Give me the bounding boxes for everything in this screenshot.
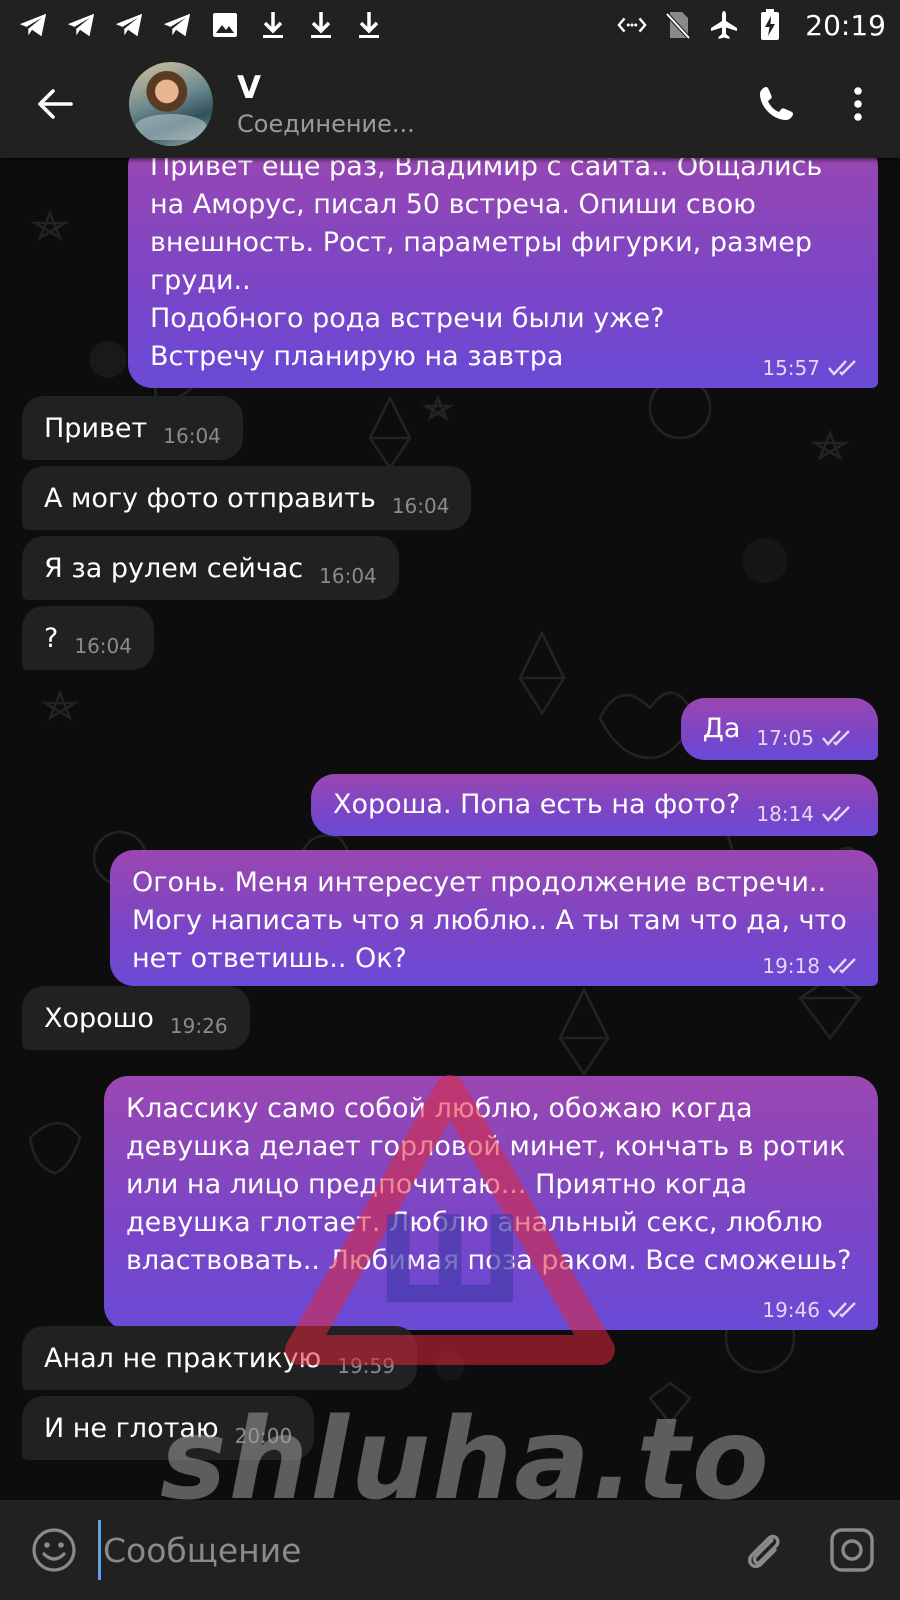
- contact-status: Соединение...: [237, 110, 415, 138]
- incoming-message[interactable]: Я за рулем сейчас 16:04: [22, 536, 399, 600]
- message-time: 16:04: [74, 634, 132, 658]
- message-meta: 19:46: [762, 1300, 862, 1320]
- message-text: Да: [702, 713, 741, 744]
- message-text: Я за рулем сейчас: [44, 553, 304, 584]
- emoji-button[interactable]: [28, 1524, 80, 1576]
- watermark-letter: Ш: [376, 1192, 524, 1331]
- call-button[interactable]: [746, 74, 806, 134]
- message-meta: 17:05: [756, 728, 856, 748]
- image-icon: [210, 10, 240, 40]
- contact-info[interactable]: V Соединение...: [237, 70, 415, 138]
- phone-icon: [760, 87, 793, 120]
- incoming-message[interactable]: ? 16:04: [22, 606, 154, 670]
- data-transfer-icon: [617, 10, 647, 40]
- double-check-icon: [828, 1302, 856, 1318]
- camera-button[interactable]: [826, 1524, 878, 1576]
- message-input-placeholder: Сообщение: [103, 1530, 302, 1570]
- message-time: 19:18: [762, 954, 820, 978]
- double-check-icon: [822, 806, 850, 822]
- telegram-icon: [162, 10, 192, 40]
- double-check-icon: [828, 360, 856, 376]
- back-button[interactable]: [25, 74, 85, 134]
- download-icon: [306, 10, 336, 40]
- message-time: 18:14: [756, 802, 814, 826]
- message-meta: 15:57: [762, 358, 862, 378]
- outgoing-message[interactable]: Да 17:05: [680, 698, 878, 760]
- message-text: А могу фото отправить: [44, 483, 376, 514]
- incoming-message[interactable]: Хорошо 19:26: [22, 986, 250, 1050]
- no-sim-icon: [663, 10, 693, 40]
- message-meta: 18:14: [756, 804, 856, 824]
- attach-button[interactable]: [738, 1524, 790, 1576]
- message-text: Привет еще раз, Владимир с сайта.. Общал…: [150, 158, 823, 372]
- message-text: Хороша. Попа есть на фото?: [333, 789, 741, 820]
- download-icon: [258, 10, 288, 40]
- message-text: Привет: [44, 413, 148, 444]
- message-text: Огонь. Меня интересует продолжение встре…: [132, 867, 847, 974]
- telegram-icon: [66, 10, 96, 40]
- notification-icons: [18, 10, 384, 40]
- message-text: ?: [44, 623, 59, 654]
- telegram-icon: [18, 10, 48, 40]
- chat-header: V Соединение...: [0, 50, 900, 158]
- incoming-message[interactable]: Привет 16:04: [22, 396, 243, 460]
- telegram-icon: [114, 10, 144, 40]
- status-bar: 20:19: [0, 0, 900, 50]
- avatar[interactable]: [129, 62, 213, 146]
- outgoing-message[interactable]: Привет еще раз, Владимир с сайта.. Общал…: [128, 158, 878, 388]
- message-time: 19:26: [169, 1014, 228, 1038]
- instant-camera-icon: [830, 1528, 874, 1572]
- double-check-icon: [828, 958, 856, 974]
- download-icon: [354, 10, 384, 40]
- message-time: 16:04: [319, 564, 377, 588]
- outgoing-message[interactable]: Хороша. Попа есть на фото? 18:14: [311, 774, 878, 836]
- message-time: 16:04: [391, 494, 450, 518]
- message-text: Хорошо: [44, 1003, 154, 1034]
- message-time: 17:05: [756, 726, 814, 750]
- status-time: 20:19: [805, 8, 886, 42]
- system-icons: 20:19: [617, 9, 886, 42]
- emoji-icon: [32, 1528, 76, 1572]
- incoming-message[interactable]: А могу фото отправить 16:04: [22, 466, 472, 530]
- outgoing-message[interactable]: Огонь. Меня интересует продолжение встре…: [110, 850, 878, 986]
- more-vertical-icon: [854, 87, 862, 121]
- more-options-button[interactable]: [838, 74, 878, 134]
- arrow-back-icon: [38, 89, 73, 119]
- paperclip-icon: [748, 1534, 780, 1569]
- double-check-icon: [822, 730, 850, 746]
- message-time: 15:57: [762, 356, 820, 380]
- message-composer: Сообщение: [0, 1500, 900, 1600]
- contact-name: V: [237, 70, 261, 106]
- message-time: 16:04: [163, 424, 221, 448]
- airplane-icon: [709, 10, 739, 40]
- message-input[interactable]: Сообщение: [98, 1520, 738, 1580]
- battery-charging-icon: [755, 9, 785, 40]
- message-time: 19:46: [762, 1298, 820, 1322]
- watermark-logo: Ш: [285, 1075, 615, 1365]
- message-meta: 19:18: [762, 956, 862, 976]
